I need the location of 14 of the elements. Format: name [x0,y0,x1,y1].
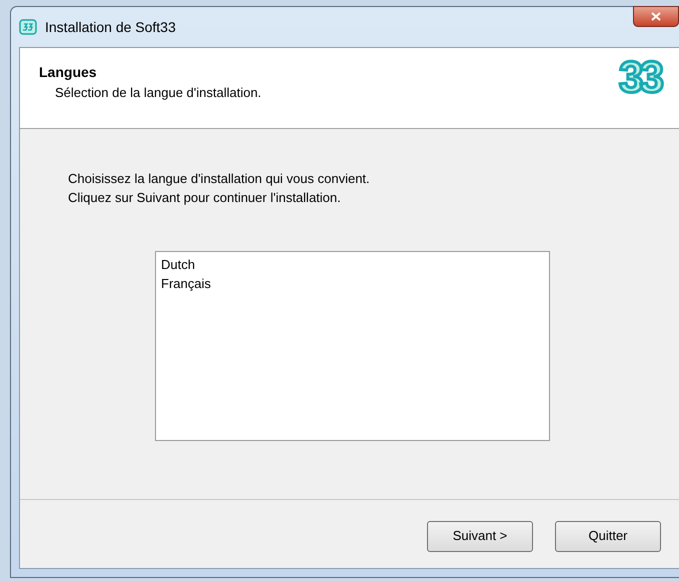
language-list[interactable]: Dutch Français [155,251,550,441]
close-button[interactable] [633,6,679,27]
app-icon [19,19,37,35]
window-title: Installation de Soft33 [45,18,176,36]
page-title: Langues [39,63,98,82]
next-button[interactable]: Suivant > [427,520,533,552]
instruction-text: Cliquez sur Suivant pour continuer l'installation. [68,189,342,207]
quit-button[interactable]: Quitter [555,520,661,552]
instruction-text: Choisissez la langue d'installation qui vous convient. [68,170,371,188]
logo: 33 [619,56,660,100]
list-item[interactable]: Français [161,274,211,293]
page-subtitle: Sélection de la langue d'installation. [54,84,262,102]
close-icon [651,12,661,21]
list-item[interactable]: Dutch [161,255,195,274]
